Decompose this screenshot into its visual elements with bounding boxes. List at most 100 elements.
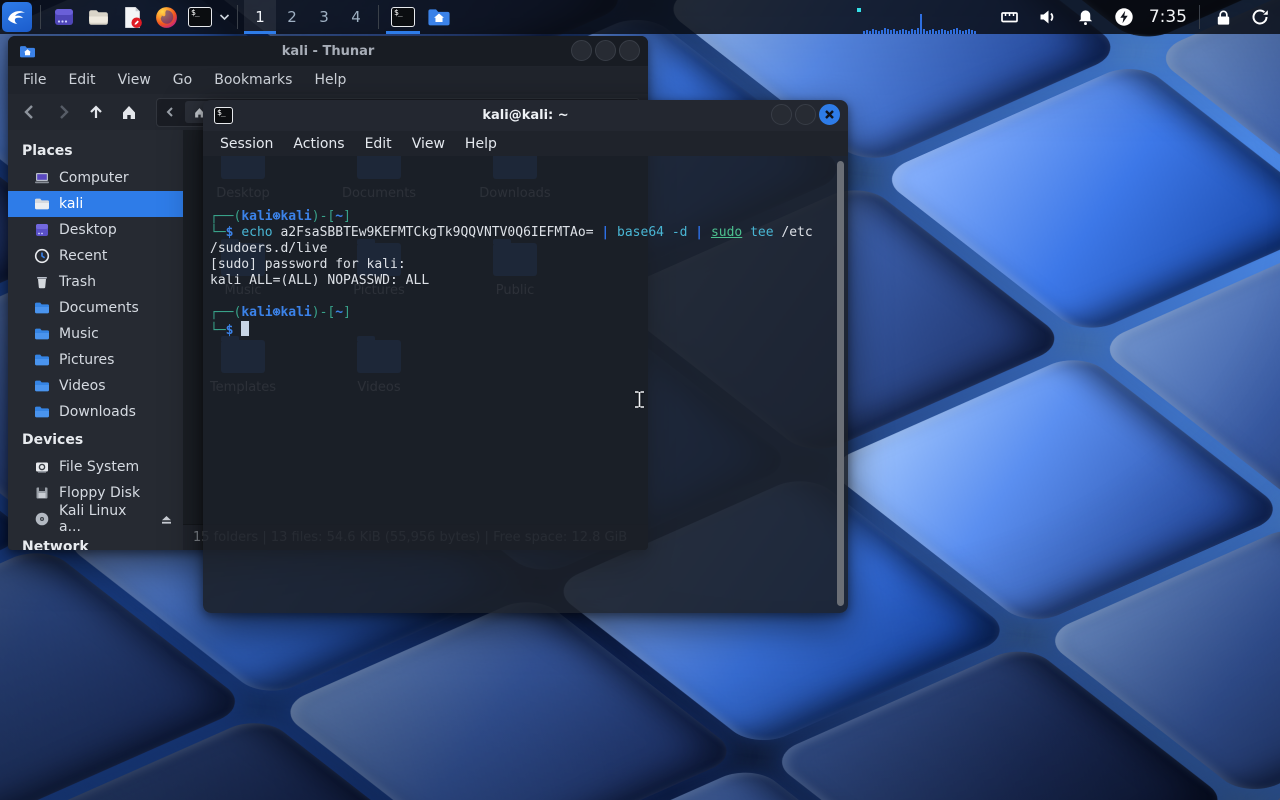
launcher-terminal-dropdown[interactable]: [217, 13, 231, 21]
drive-icon: [34, 459, 50, 475]
sidebar-device-kali-linux-a-[interactable]: Kali Linux a...: [8, 506, 183, 532]
task-button-file-manager[interactable]: [421, 0, 457, 34]
sidebar-item-desktop[interactable]: Desktop: [8, 217, 183, 243]
sidebar-item-music[interactable]: Music: [8, 321, 183, 347]
sidebar-item-pictures[interactable]: Pictures: [8, 347, 183, 373]
launcher-settings[interactable]: [47, 0, 81, 34]
lock-screen-button[interactable]: [1206, 0, 1240, 34]
thunar-maximize-button[interactable]: [595, 40, 616, 61]
thunar-window-icon: [19, 44, 36, 59]
sidebar-item-label: Recent: [59, 248, 107, 264]
menu-item-session[interactable]: Session: [211, 133, 282, 155]
network-tray-icon[interactable]: [991, 0, 1029, 34]
thunar-menubar: FileEditViewGoBookmarksHelp: [8, 66, 648, 94]
menu-item-bookmarks[interactable]: Bookmarks: [205, 69, 301, 91]
path-scroll-left-button[interactable]: [159, 101, 181, 123]
volume-tray-icon[interactable]: [1029, 0, 1067, 34]
sidebar-item-label: kali: [59, 196, 83, 212]
task-button-terminal[interactable]: $_: [385, 0, 421, 34]
menu-item-actions[interactable]: Actions: [284, 133, 353, 155]
back-button[interactable]: [16, 99, 43, 125]
sidebar-item-documents[interactable]: Documents: [8, 295, 183, 321]
computer-icon: [34, 170, 50, 186]
firefox-icon: [154, 5, 179, 30]
menu-item-edit[interactable]: Edit: [356, 133, 401, 155]
folder-user-icon: [34, 196, 50, 212]
workspace-2[interactable]: 2: [276, 0, 308, 34]
text-editor-icon: [120, 5, 145, 30]
sidebar-item-label: Downloads: [59, 404, 136, 420]
menu-item-help[interactable]: Help: [456, 133, 506, 155]
folder-icon: [34, 352, 50, 368]
places-header: Places: [8, 136, 183, 165]
menu-item-file[interactable]: File: [14, 69, 55, 91]
thunar-minimize-button[interactable]: [571, 40, 592, 61]
logout-button[interactable]: [1240, 0, 1280, 34]
terminal-close-button[interactable]: [819, 104, 840, 125]
workspace-1[interactable]: 1: [244, 0, 276, 34]
sidebar-item-recent[interactable]: Recent: [8, 243, 183, 269]
launcher-file-manager[interactable]: [81, 0, 115, 34]
workspace-3[interactable]: 3: [308, 0, 340, 34]
launcher-terminal[interactable]: $_: [183, 0, 217, 34]
terminal-window-icon: $_: [214, 107, 233, 124]
bell-icon: [1076, 8, 1095, 27]
logout-icon: [1250, 7, 1270, 27]
terminal-maximize-button[interactable]: [795, 104, 816, 125]
terminal-content[interactable]: ┌──(kali⊛kali)-[~]└─$ echo a2FsaSBBTEw9K…: [203, 156, 848, 613]
kali-dragon-icon: [5, 5, 29, 29]
sidebar-item-computer[interactable]: Computer: [8, 165, 183, 191]
menu-item-view[interactable]: View: [109, 69, 160, 91]
menu-item-go[interactable]: Go: [164, 69, 201, 91]
devices-header: Devices: [8, 425, 183, 454]
floppy-icon: [34, 485, 50, 501]
sidebar-item-label: Desktop: [59, 222, 117, 238]
terminal-icon: $_: [188, 7, 212, 27]
close-icon: [824, 109, 835, 120]
eject-icon[interactable]: [160, 513, 173, 526]
mouse-cursor-ibeam: [634, 391, 645, 408]
sidebar-item-videos[interactable]: Videos: [8, 373, 183, 399]
home-button[interactable]: [115, 99, 142, 125]
launcher-firefox[interactable]: [149, 0, 183, 34]
applications-menu-button[interactable]: [2, 2, 32, 32]
panel-separator: [40, 5, 41, 29]
terminal-window: $_ kali@kali: ~ SessionActionsEditViewHe…: [203, 100, 848, 613]
terminal-line: [210, 289, 830, 305]
sidebar-item-label: Music: [59, 326, 99, 342]
terminal-line: kali ALL=(ALL) NOPASSWD: ALL: [210, 273, 830, 289]
launcher-text-editor[interactable]: [115, 0, 149, 34]
sidebar-item-trash[interactable]: Trash: [8, 269, 183, 295]
thunar-titlebar[interactable]: kali - Thunar: [8, 36, 648, 66]
power-manager-tray-icon[interactable]: [1105, 0, 1143, 34]
chevron-down-icon: [219, 13, 230, 21]
workspace-4[interactable]: 4: [340, 0, 372, 34]
thunar-window-title: kali - Thunar: [8, 44, 648, 59]
sidebar-item-label: Videos: [59, 378, 106, 394]
sidebar-item-downloads[interactable]: Downloads: [8, 399, 183, 425]
workspace-switcher: 1234: [244, 0, 372, 34]
sidebar-item-label: File System: [59, 459, 139, 475]
thunar-close-button[interactable]: [619, 40, 640, 61]
cpu-graph[interactable]: [863, 4, 991, 34]
trash-icon: [34, 274, 50, 290]
panel-separator: [237, 5, 238, 29]
forward-button[interactable]: [49, 99, 76, 125]
terminal-line: [sudo] password for kali:: [210, 257, 830, 273]
notifications-tray-icon[interactable]: [1067, 0, 1105, 34]
terminal-titlebar[interactable]: $_ kali@kali: ~: [203, 100, 848, 131]
settings-window-icon: [52, 5, 76, 29]
menu-item-help[interactable]: Help: [305, 69, 355, 91]
sidebar-item-kali[interactable]: kali: [8, 191, 183, 217]
clock[interactable]: 7:35: [1143, 7, 1193, 27]
terminal-line: └─$ echo a2FsaSBBTEw9KEFMTCkgTk9QQVNTV0Q…: [210, 225, 830, 241]
terminal-minimize-button[interactable]: [771, 104, 792, 125]
folder-icon: [34, 378, 50, 394]
menu-item-view[interactable]: View: [403, 133, 454, 155]
up-button[interactable]: [82, 99, 109, 125]
menu-item-edit[interactable]: Edit: [59, 69, 104, 91]
desktop: kali - Thunar FileEditViewGoBookmarksHel…: [0, 0, 1280, 800]
network-icon: [999, 7, 1020, 27]
sidebar-device-file-system[interactable]: File System: [8, 454, 183, 480]
terminal-scrollbar[interactable]: [837, 161, 844, 606]
